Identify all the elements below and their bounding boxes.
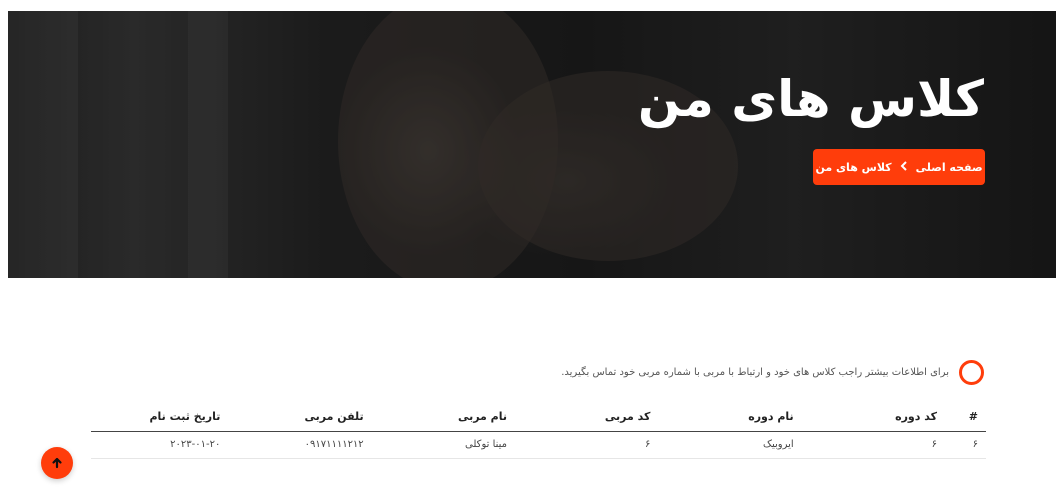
column-header-coach-name: نام مربی	[377, 402, 522, 432]
breadcrumb-current: کلاس های من	[815, 160, 892, 174]
breadcrumb-home-link[interactable]: صفحه اصلی	[916, 161, 983, 174]
column-header-course-name: نام دوره	[664, 402, 808, 432]
table-row: ۶ ۶ ایروبیک ۶ مینا توکلی ۰۹۱۷۱۱۱۱۲۱۲ ۲۰۲…	[91, 431, 986, 459]
circle-icon	[959, 360, 984, 385]
table-header-row: # کد دوره نام دوره کد مربی نام مربی تلفن…	[91, 402, 986, 432]
cell-register-date: ۲۰۲۳-۰۱-۲۰	[91, 431, 235, 459]
hero-banner	[8, 11, 1056, 278]
breadcrumb: صفحه اصلی کلاس های من	[813, 149, 985, 185]
column-header-index: #	[951, 402, 986, 432]
hero-overlay	[8, 11, 1056, 278]
classes-table: # کد دوره نام دوره کد مربی نام مربی تلفن…	[91, 402, 986, 459]
column-header-course-code: کد دوره	[807, 402, 951, 432]
scroll-to-top-button[interactable]	[41, 447, 73, 479]
info-text: برای اطلاعات بیشتر راجب کلاس های خود و ا…	[561, 367, 949, 378]
cell-coach-name: مینا توکلی	[377, 431, 522, 459]
cell-coach-code: ۶	[521, 431, 665, 459]
page-title: کلاس های من	[637, 70, 984, 128]
chevron-left-icon	[900, 161, 908, 173]
cell-coach-phone: ۰۹۱۷۱۱۱۱۲۱۲	[234, 431, 378, 459]
cell-course-name: ایروبیک	[664, 431, 808, 459]
cell-course-code: ۶	[807, 431, 951, 459]
column-header-coach-phone: تلفن مربی	[234, 402, 378, 432]
arrow-up-icon	[51, 454, 63, 473]
column-header-register-date: تاریخ ثبت نام	[91, 402, 235, 432]
cell-index: ۶	[951, 431, 986, 459]
info-notice: برای اطلاعات بیشتر راجب کلاس های خود و ا…	[561, 360, 984, 385]
column-header-coach-code: کد مربی	[521, 402, 665, 432]
